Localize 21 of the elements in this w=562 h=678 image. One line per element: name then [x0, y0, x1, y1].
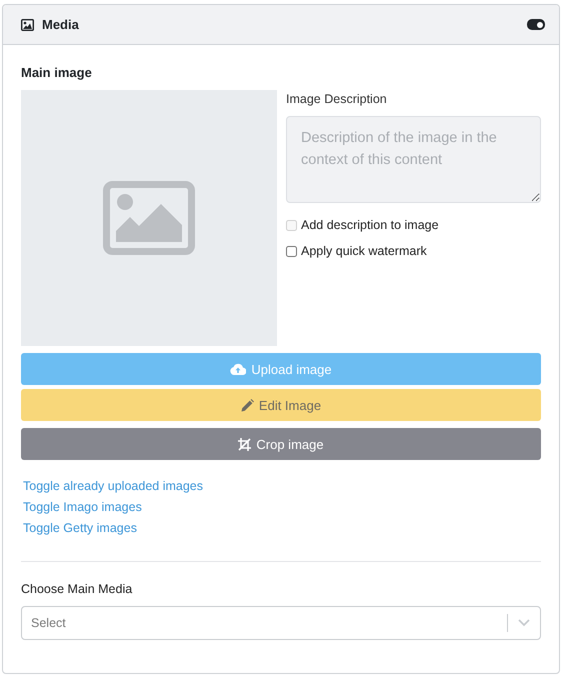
pencil-icon [240, 398, 254, 412]
upload-button[interactable]: Upload image [21, 353, 541, 385]
toggle-link[interactable]: Toggle Imago images [23, 499, 142, 515]
cloud-upload-icon [230, 363, 246, 375]
crop-icon [238, 438, 252, 450]
field-label: Choose Main Media [21, 582, 134, 596]
toggle-link[interactable]: Toggle Getty images [23, 520, 137, 536]
image-icon [103, 181, 195, 255]
panel-title: Media [42, 17, 80, 32]
image-icon [21, 18, 34, 30]
checkbox-label: Apply quick watermark [301, 244, 427, 258]
section-heading: Main image [21, 65, 93, 80]
checkbox-label: Add description to image [301, 218, 439, 232]
toggle-link[interactable]: Toggle already uploaded images [23, 478, 203, 494]
checkbox[interactable] [286, 246, 297, 256]
chevron-down-icon [518, 619, 530, 627]
edit-button[interactable]: Edit Image [21, 389, 541, 421]
toggle-switch[interactable] [527, 19, 545, 30]
crop-button[interactable]: Crop image [21, 428, 541, 460]
media-select[interactable]: Select [21, 606, 541, 640]
field-label: Image Description [286, 92, 388, 106]
